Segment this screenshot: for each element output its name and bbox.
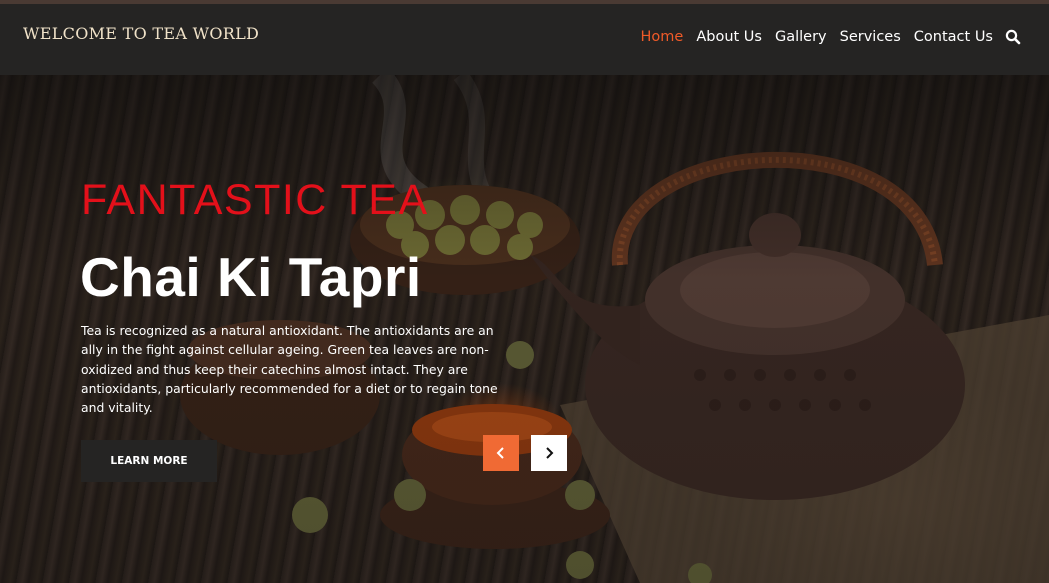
- learn-more-button[interactable]: LEARN MORE: [81, 440, 217, 482]
- hero-slider: FANTASTIC TEA Chai Ki Tapri Tea is recog…: [0, 75, 1049, 583]
- nav-about-us[interactable]: About Us: [696, 29, 762, 45]
- main-nav: Home About Us Gallery Services Contact U…: [628, 29, 1022, 45]
- chevron-left-icon: [496, 447, 504, 459]
- nav-home[interactable]: Home: [641, 29, 684, 45]
- nav-contact-us[interactable]: Contact Us: [914, 29, 993, 45]
- nav-gallery[interactable]: Gallery: [775, 29, 827, 45]
- navbar: WELCOME TO TEA WORLD Home About Us Galle…: [0, 4, 1049, 75]
- hero-description: Tea is recognized as a natural antioxida…: [81, 323, 498, 416]
- brand-title: WELCOME TO TEA WORLD: [23, 24, 260, 43]
- slider-next-button[interactable]: [531, 435, 567, 471]
- hero-kicker: FANTASTIC TEA: [81, 176, 429, 224]
- chevron-right-icon: [546, 447, 554, 459]
- nav-services[interactable]: Services: [840, 29, 901, 45]
- hero-title: Chai Ki Tapri: [80, 246, 422, 308]
- slider-prev-button[interactable]: [483, 435, 519, 471]
- search-icon[interactable]: [1005, 29, 1021, 45]
